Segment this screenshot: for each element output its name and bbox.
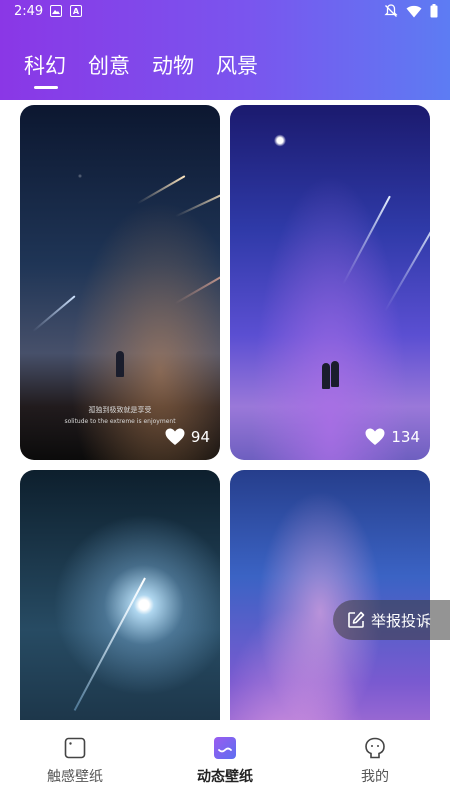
status-time: 2:49 xyxy=(14,4,44,19)
tab-animals[interactable]: 动物 xyxy=(152,52,194,80)
meteor-streak xyxy=(136,175,186,205)
heart-icon xyxy=(165,428,185,445)
a-letter-icon: A xyxy=(70,5,82,17)
person-silhouette xyxy=(116,351,124,377)
square-icon xyxy=(64,737,86,759)
tab-creative[interactable]: 创意 xyxy=(88,52,130,80)
image-icon xyxy=(50,5,62,17)
tab-scenery[interactable]: 风景 xyxy=(216,52,258,80)
profile-icon xyxy=(365,737,385,759)
meteor-streak xyxy=(342,195,391,285)
meteor-streak xyxy=(32,295,76,333)
person-silhouette xyxy=(322,363,330,389)
wallpaper-card-meteor[interactable]: 孤独到极致就是享受 solitude to the extreme is enj… xyxy=(20,105,220,460)
heart-icon xyxy=(365,428,385,445)
poster-caption: 孤独到极致就是享受 solitude to the extreme is enj… xyxy=(64,406,176,425)
bottom-nav: 触感壁纸 动态壁纸 我的 xyxy=(0,720,450,800)
like-counter[interactable]: 134 xyxy=(365,428,420,446)
like-count: 134 xyxy=(391,428,420,446)
person-silhouette xyxy=(331,361,339,387)
category-tabs: 科幻 创意 动物 风景 xyxy=(24,52,258,89)
battery-icon xyxy=(430,4,438,18)
nav-label: 我的 xyxy=(361,769,389,785)
meteor-streak xyxy=(384,215,430,312)
top-header: 2:49 A 科幻 创意 动物 风景 xyxy=(0,0,450,100)
edit-icon xyxy=(348,611,365,628)
wifi-icon xyxy=(406,5,422,17)
report-label: 举报投诉 xyxy=(371,611,432,630)
nav-haptic-wallpaper[interactable]: 触感壁纸 xyxy=(0,720,150,800)
nav-label: 动态壁纸 xyxy=(197,769,253,785)
wallpaper-card-lightning[interactable] xyxy=(20,470,220,720)
like-count: 94 xyxy=(190,428,210,446)
wallpaper-card-nebula[interactable] xyxy=(230,470,430,720)
meteor-streak xyxy=(174,265,220,305)
status-bar: 2:49 A xyxy=(0,0,450,24)
wallpaper-card-couple[interactable]: 134 xyxy=(230,105,430,460)
wallpaper-icon xyxy=(214,737,236,759)
meteor-streak xyxy=(175,190,220,218)
notifications-off-icon xyxy=(384,4,398,17)
like-counter[interactable]: 94 xyxy=(165,428,210,446)
lightning-bolt xyxy=(73,577,146,711)
nav-profile[interactable]: 我的 xyxy=(300,720,450,800)
nav-live-wallpaper[interactable]: 动态壁纸 xyxy=(150,720,300,800)
report-button[interactable]: 举报投诉 xyxy=(333,600,450,640)
tab-scifi[interactable]: 科幻 xyxy=(24,52,66,89)
nav-label: 触感壁纸 xyxy=(47,769,103,785)
